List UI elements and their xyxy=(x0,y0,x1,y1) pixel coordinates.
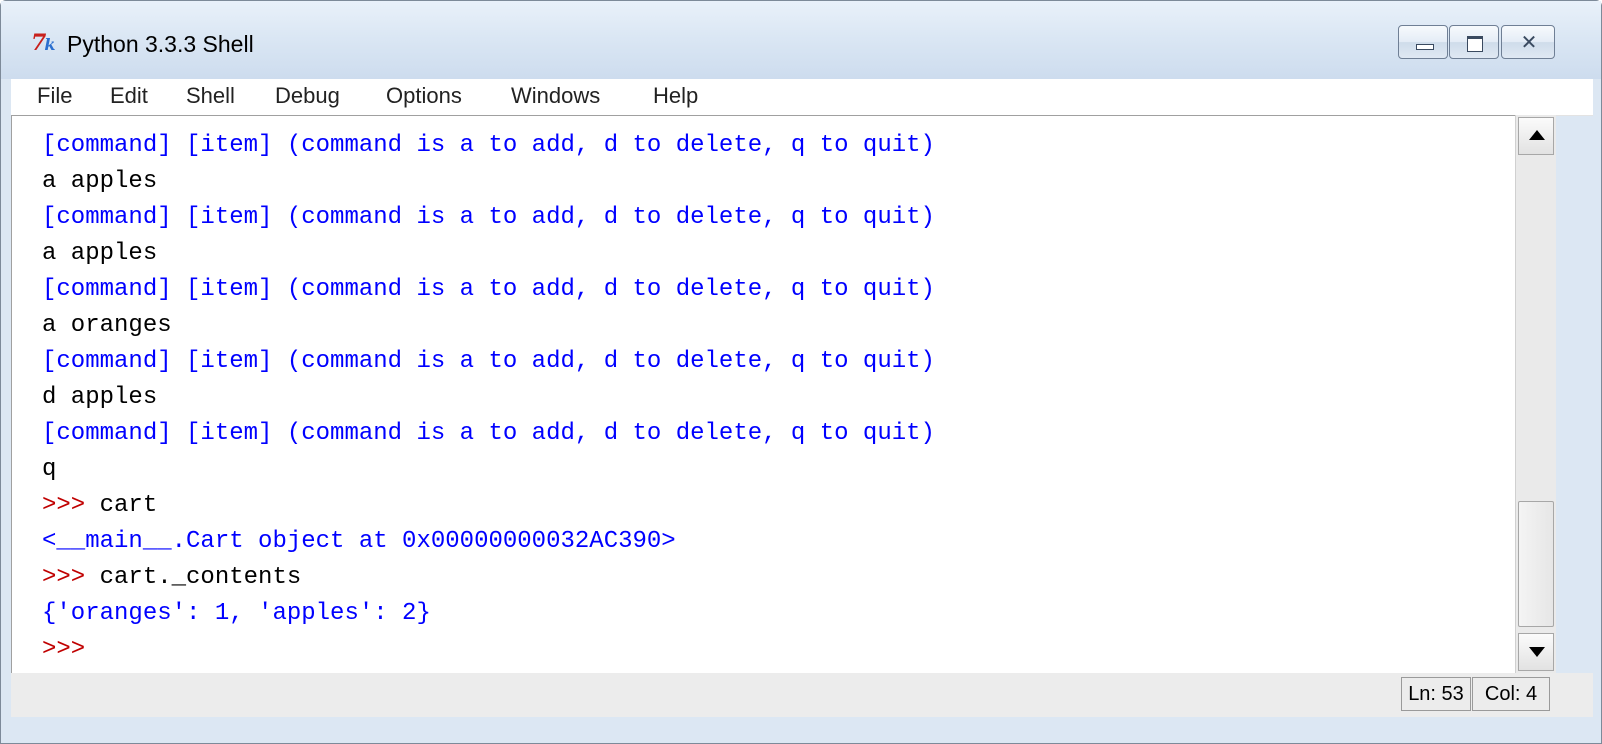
status-bar: Ln: 53 Col: 4 xyxy=(11,673,1593,717)
shell-command-text: cart._contents xyxy=(99,564,302,591)
shell-output-line: [command] [item] (command is a to add, d… xyxy=(42,132,935,159)
window-title: Python 3.3.3 Shell xyxy=(67,31,254,57)
shell-output-line: [command] [item] (command is a to add, d… xyxy=(42,348,935,375)
menu-options[interactable]: Options xyxy=(386,79,462,115)
maximize-button[interactable] xyxy=(1449,25,1499,59)
shell-output-line: [command] [item] (command is a to add, d… xyxy=(42,420,935,447)
arrow-up-icon xyxy=(1529,130,1545,140)
shell-input-line: a apples xyxy=(42,240,158,267)
menu-shell[interactable]: Shell xyxy=(186,79,235,115)
shell-current-prompt-line[interactable]: >>> xyxy=(42,632,100,668)
shell-prompt: >>> xyxy=(42,492,100,519)
title-bar[interactable]: 7k Python 3.3.3 Shell ✕ xyxy=(1,1,1601,79)
menu-file[interactable]: File xyxy=(37,79,72,115)
column-number-indicator: Col: 4 xyxy=(1472,677,1550,711)
tk-icon: 7k xyxy=(31,30,55,56)
shell-output-line: [command] [item] (command is a to add, d… xyxy=(42,276,935,303)
minimize-button[interactable] xyxy=(1398,25,1448,59)
shell-output-line: [command] [item] (command is a to add, d… xyxy=(42,204,935,231)
menu-edit[interactable]: Edit xyxy=(110,79,148,115)
scroll-thumb[interactable] xyxy=(1518,501,1554,627)
minimize-icon xyxy=(1416,44,1434,50)
menu-help[interactable]: Help xyxy=(653,79,698,115)
menu-windows[interactable]: Windows xyxy=(511,79,600,115)
menu-bar: File Edit Shell Debug Options Windows He… xyxy=(11,79,1593,116)
close-icon: ✕ xyxy=(1520,30,1538,54)
shell-command-text: cart xyxy=(99,492,158,519)
shell-prompt: >>> xyxy=(42,564,100,591)
shell-input-line: a apples xyxy=(42,168,158,195)
shell-input-line: d apples xyxy=(42,384,158,411)
menu-debug[interactable]: Debug xyxy=(275,79,340,115)
shell-input-line: q xyxy=(42,456,57,483)
vertical-scrollbar[interactable] xyxy=(1515,115,1556,673)
close-button[interactable]: ✕ xyxy=(1501,25,1555,59)
python-shell-window: 7k Python 3.3.3 Shell ✕ File Edit Shell … xyxy=(0,0,1602,744)
shell-command-line: >>> cart xyxy=(42,488,157,524)
line-number-indicator: Ln: 53 xyxy=(1401,677,1471,711)
shell-command-line: >>> cart._contents xyxy=(42,560,301,596)
maximize-icon xyxy=(1467,36,1483,52)
scroll-up-button[interactable] xyxy=(1518,117,1554,155)
shell-text-area[interactable]: [command] [item] (command is a to add, d… xyxy=(11,115,1516,674)
shell-prompt: >>> xyxy=(42,636,100,663)
shell-output-line: {'oranges': 1, 'apples': 2} xyxy=(42,600,431,627)
arrow-down-icon xyxy=(1529,647,1545,657)
scroll-down-button[interactable] xyxy=(1518,633,1554,671)
shell-output-line: <__main__.Cart object at 0x00000000032AC… xyxy=(42,528,676,555)
shell-input-line: a oranges xyxy=(42,312,172,339)
